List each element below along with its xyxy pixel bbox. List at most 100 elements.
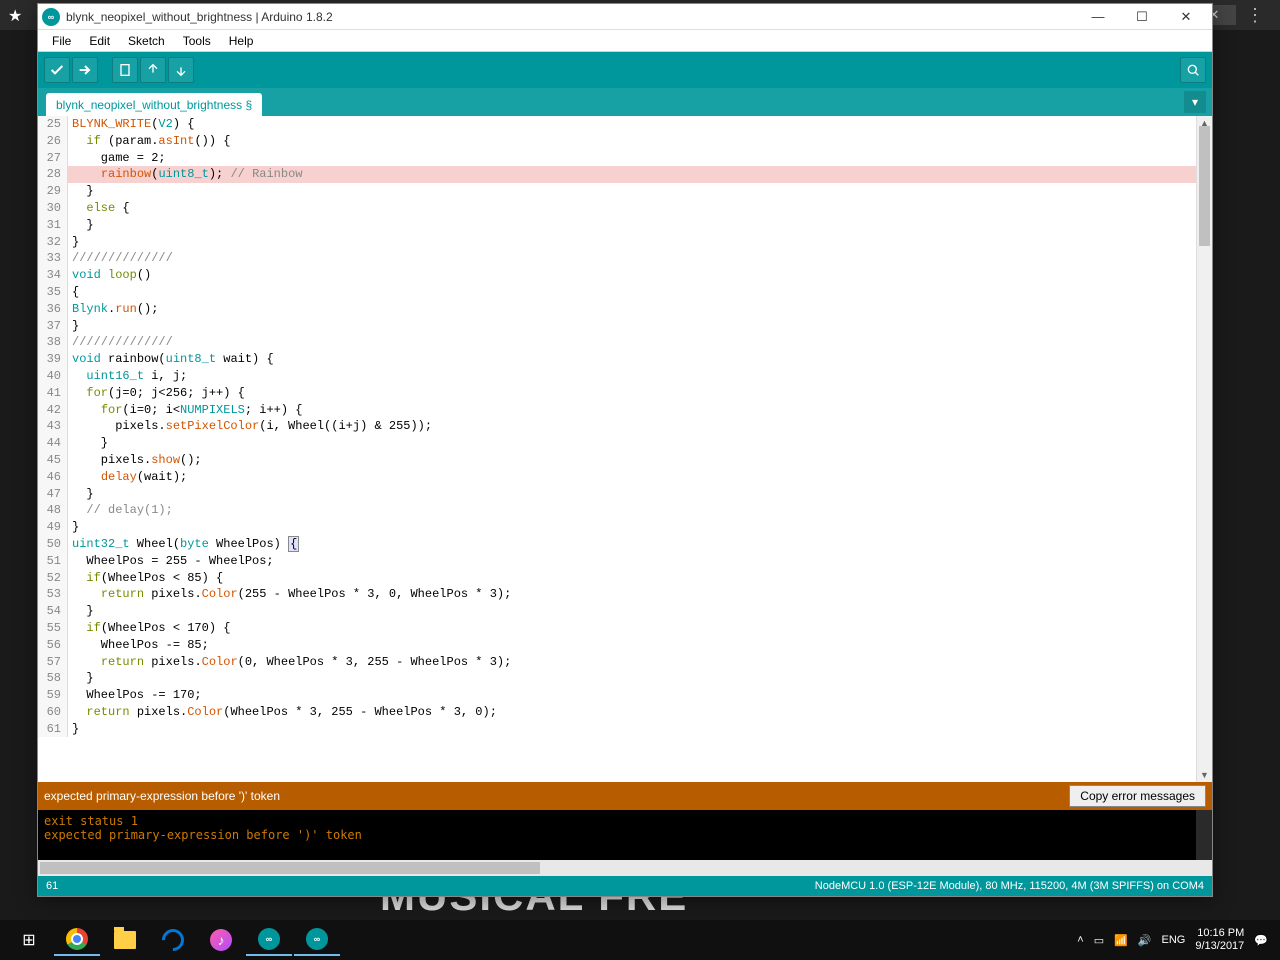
line-content[interactable]: } bbox=[68, 670, 1196, 687]
line-content[interactable]: } bbox=[68, 217, 1196, 234]
code-line[interactable]: 61} bbox=[38, 721, 1196, 738]
code-line[interactable]: 29 } bbox=[38, 183, 1196, 200]
tray-battery-icon[interactable]: ▭ bbox=[1094, 934, 1104, 947]
tab-dropdown-icon[interactable]: ▾ bbox=[1184, 91, 1206, 113]
code-line[interactable]: 53 return pixels.Color(255 - WheelPos * … bbox=[38, 586, 1196, 603]
line-content[interactable]: pixels.setPixelColor(i, Wheel((i+j) & 25… bbox=[68, 418, 1196, 435]
code-line[interactable]: 32} bbox=[38, 234, 1196, 251]
line-content[interactable]: } bbox=[68, 435, 1196, 452]
start-button[interactable]: ⊞ bbox=[6, 924, 52, 956]
tab-sketch[interactable]: blynk_neopixel_without_brightness § bbox=[46, 93, 262, 116]
code-line[interactable]: 35{ bbox=[38, 284, 1196, 301]
line-content[interactable]: delay(wait); bbox=[68, 469, 1196, 486]
line-content[interactable]: } bbox=[68, 721, 1196, 738]
code-line[interactable]: 28 rainbow(uint8_t); // Rainbow bbox=[38, 166, 1196, 183]
code-line[interactable]: 51 WheelPos = 255 - WheelPos; bbox=[38, 553, 1196, 570]
code-line[interactable]: 25BLYNK_WRITE(V2) { bbox=[38, 116, 1196, 133]
code-line[interactable]: 30 else { bbox=[38, 200, 1196, 217]
menu-file[interactable]: File bbox=[44, 32, 79, 50]
code-line[interactable]: 49} bbox=[38, 519, 1196, 536]
code-line[interactable]: 31 } bbox=[38, 217, 1196, 234]
code-line[interactable]: 37} bbox=[38, 318, 1196, 335]
code-line[interactable]: 48 // delay(1); bbox=[38, 502, 1196, 519]
console[interactable]: exit status 1 expected primary-expressio… bbox=[38, 810, 1212, 876]
line-content[interactable]: } bbox=[68, 603, 1196, 620]
line-content[interactable]: // delay(1); bbox=[68, 502, 1196, 519]
line-content[interactable]: return pixels.Color(0, WheelPos * 3, 255… bbox=[68, 654, 1196, 671]
code-line[interactable]: 44 } bbox=[38, 435, 1196, 452]
line-content[interactable]: if(WheelPos < 170) { bbox=[68, 620, 1196, 637]
copy-error-button[interactable]: Copy error messages bbox=[1069, 785, 1206, 807]
line-content[interactable]: for(j=0; j<256; j++) { bbox=[68, 385, 1196, 402]
code-editor[interactable]: 25BLYNK_WRITE(V2) {26 if (param.asInt())… bbox=[38, 116, 1212, 782]
code-line[interactable]: 54 } bbox=[38, 603, 1196, 620]
taskbar-itunes[interactable]: ♪ bbox=[198, 924, 244, 956]
code-line[interactable]: 58 } bbox=[38, 670, 1196, 687]
line-content[interactable]: } bbox=[68, 183, 1196, 200]
verify-button[interactable] bbox=[44, 57, 70, 83]
code-line[interactable]: 59 WheelPos -= 170; bbox=[38, 687, 1196, 704]
code-line[interactable]: 56 WheelPos -= 85; bbox=[38, 637, 1196, 654]
line-content[interactable]: uint32_t Wheel(byte WheelPos) { bbox=[68, 536, 1196, 553]
tray-chevron-icon[interactable]: ˄ bbox=[1077, 934, 1083, 946]
tray-clock[interactable]: 10:16 PM 9/13/2017 bbox=[1195, 927, 1244, 953]
line-content[interactable]: pixels.show(); bbox=[68, 452, 1196, 469]
line-content[interactable]: void rainbow(uint8_t wait) { bbox=[68, 351, 1196, 368]
line-content[interactable]: return pixels.Color(WheelPos * 3, 255 - … bbox=[68, 704, 1196, 721]
line-content[interactable]: } bbox=[68, 519, 1196, 536]
save-button[interactable] bbox=[168, 57, 194, 83]
line-content[interactable]: else { bbox=[68, 200, 1196, 217]
code-line[interactable]: 43 pixels.setPixelColor(i, Wheel((i+j) &… bbox=[38, 418, 1196, 435]
open-button[interactable] bbox=[140, 57, 166, 83]
line-content[interactable]: uint16_t i, j; bbox=[68, 368, 1196, 385]
code-line[interactable]: 45 pixels.show(); bbox=[38, 452, 1196, 469]
code-line[interactable]: 57 return pixels.Color(0, WheelPos * 3, … bbox=[38, 654, 1196, 671]
serial-monitor-button[interactable] bbox=[1180, 57, 1206, 83]
upload-button[interactable] bbox=[72, 57, 98, 83]
line-content[interactable]: WheelPos -= 85; bbox=[68, 637, 1196, 654]
line-content[interactable]: ////////////// bbox=[68, 334, 1196, 351]
console-hscroll-thumb[interactable] bbox=[40, 862, 540, 874]
code-line[interactable]: 38////////////// bbox=[38, 334, 1196, 351]
tray-language[interactable]: ENG bbox=[1162, 934, 1186, 946]
line-content[interactable]: WheelPos = 255 - WheelPos; bbox=[68, 553, 1196, 570]
line-content[interactable]: for(i=0; i<NUMPIXELS; i++) { bbox=[68, 402, 1196, 419]
code-line[interactable]: 47 } bbox=[38, 486, 1196, 503]
line-content[interactable]: game = 2; bbox=[68, 150, 1196, 167]
bookmark-star-icon[interactable]: ★ bbox=[8, 6, 22, 26]
line-content[interactable]: WheelPos -= 170; bbox=[68, 687, 1196, 704]
editor-scrollbar[interactable]: ▲ ▼ bbox=[1196, 116, 1212, 782]
line-content[interactable]: BLYNK_WRITE(V2) { bbox=[68, 116, 1196, 133]
line-content[interactable]: ////////////// bbox=[68, 250, 1196, 267]
taskbar-explorer[interactable] bbox=[102, 924, 148, 956]
code-line[interactable]: 27 game = 2; bbox=[38, 150, 1196, 167]
line-content[interactable]: rainbow(uint8_t); // Rainbow bbox=[68, 166, 1196, 183]
tray-wifi-icon[interactable]: 📶 bbox=[1114, 934, 1128, 947]
code-line[interactable]: 36Blynk.run(); bbox=[38, 301, 1196, 318]
taskbar-chrome[interactable] bbox=[54, 924, 100, 956]
code-line[interactable]: 60 return pixels.Color(WheelPos * 3, 255… bbox=[38, 704, 1196, 721]
minimize-button[interactable]: — bbox=[1076, 4, 1120, 30]
code-line[interactable]: 50uint32_t Wheel(byte WheelPos) { bbox=[38, 536, 1196, 553]
code-line[interactable]: 55 if(WheelPos < 170) { bbox=[38, 620, 1196, 637]
console-hscrollbar[interactable] bbox=[38, 860, 1212, 876]
code-line[interactable]: 33////////////// bbox=[38, 250, 1196, 267]
code-line[interactable]: 40 uint16_t i, j; bbox=[38, 368, 1196, 385]
close-button[interactable]: ✕ bbox=[1164, 4, 1208, 30]
code-line[interactable]: 52 if(WheelPos < 85) { bbox=[38, 570, 1196, 587]
code-line[interactable]: 46 delay(wait); bbox=[38, 469, 1196, 486]
new-button[interactable] bbox=[112, 57, 138, 83]
menu-tools[interactable]: Tools bbox=[175, 32, 219, 50]
menu-help[interactable]: Help bbox=[221, 32, 262, 50]
console-vscrollbar[interactable] bbox=[1196, 810, 1212, 860]
line-content[interactable]: return pixels.Color(255 - WheelPos * 3, … bbox=[68, 586, 1196, 603]
code-line[interactable]: 41 for(j=0; j<256; j++) { bbox=[38, 385, 1196, 402]
code-line[interactable]: 34void loop() bbox=[38, 267, 1196, 284]
menu-edit[interactable]: Edit bbox=[81, 32, 118, 50]
line-content[interactable]: } bbox=[68, 318, 1196, 335]
code-line[interactable]: 42 for(i=0; i<NUMPIXELS; i++) { bbox=[38, 402, 1196, 419]
line-content[interactable]: { bbox=[68, 284, 1196, 301]
maximize-button[interactable]: ☐ bbox=[1120, 4, 1164, 30]
taskbar-arduino-2[interactable]: ∞ bbox=[294, 924, 340, 956]
taskbar-arduino-1[interactable]: ∞ bbox=[246, 924, 292, 956]
